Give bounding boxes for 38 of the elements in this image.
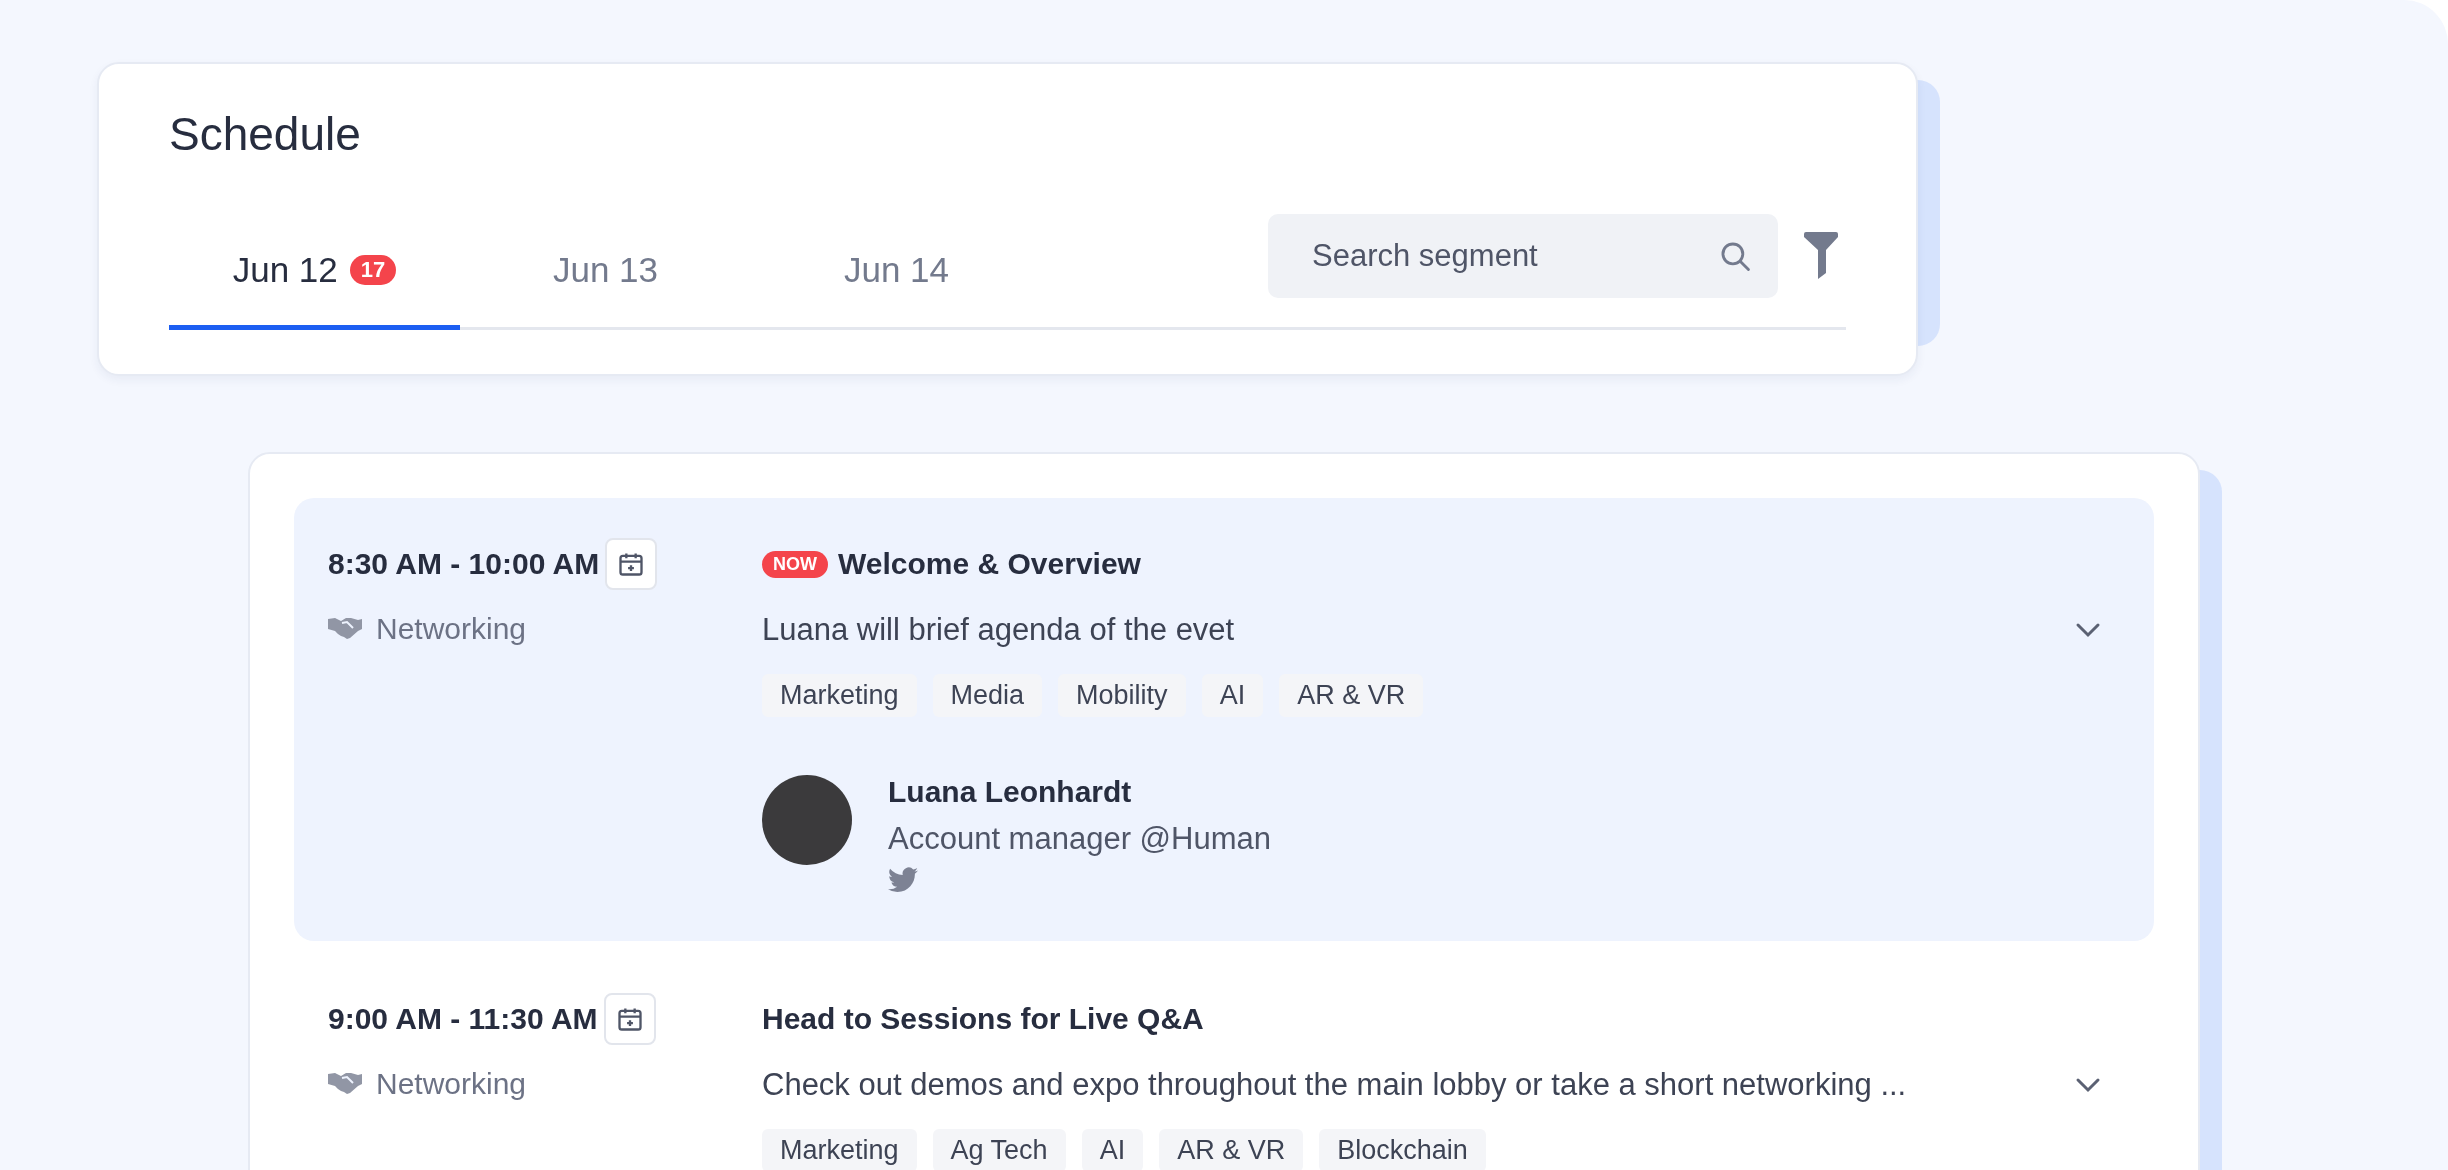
session-time: 9:00 AM - 11:30 AM	[328, 1002, 598, 1036]
bird-icon[interactable]	[888, 867, 918, 893]
session-category: Networking	[376, 612, 527, 646]
count-badge: 17	[349, 254, 397, 285]
expand-chevron-icon[interactable]	[2074, 621, 2102, 639]
session-row[interactable]: 9:00 AM - 11:30 AM Networking Head to Sessions for Live Q&A Check out demos and expo throughout the main lobby or take a short networking ... Marketing Ag Tech AI AR & VR Blockchain	[294, 953, 2154, 1170]
search-field[interactable]: Search segment	[1268, 213, 1778, 298]
session-description: Check out demos and expo throughout the main lobby or take a short networking ...	[762, 1067, 1908, 1103]
session-description: Luana will brief agenda of the evet	[762, 612, 1236, 648]
add-to-calendar-button[interactable]	[605, 538, 658, 590]
topic-tag: AI	[1201, 674, 1264, 717]
session-title: Welcome & Overview	[838, 547, 1141, 581]
session-row[interactable]: 8:30 AM - 10:00 AM Networking NOW Welcome & Overview Luana will brief agenda of the evet Marketing Media Mobility AI AR & VR Luana Leonhardt Account manager @Human	[294, 498, 2154, 941]
search-input[interactable]: Search segment	[1310, 236, 1718, 275]
session-title: Head to Sessions for Live Q&A	[762, 1002, 1204, 1036]
page-title: Schedule	[169, 107, 362, 162]
topic-tag: Media	[932, 674, 1043, 717]
topic-tag: Marketing	[762, 1129, 917, 1170]
session-category: Networking	[376, 1067, 527, 1101]
speaker-name: Luana Leonhardt	[888, 775, 1133, 809]
topic-tag: Ag Tech	[932, 1129, 1066, 1170]
topic-tag: AI	[1081, 1129, 1144, 1170]
now-badge: NOW	[762, 550, 828, 578]
add-to-calendar-button[interactable]	[603, 993, 656, 1045]
date-tab[interactable]: Jun 12 17	[169, 214, 460, 330]
handshake-icon	[328, 616, 362, 642]
speaker-role: Account manager @Human	[888, 821, 1271, 857]
date-tab[interactable]: Jun 14	[751, 214, 1042, 330]
expand-chevron-icon[interactable]	[2074, 1076, 2102, 1094]
topic-tag: Blockchain	[1319, 1129, 1486, 1170]
handshake-icon	[328, 1071, 362, 1097]
topic-tag: Marketing	[762, 674, 917, 717]
filter-button[interactable]	[1804, 231, 1838, 280]
date-tab[interactable]: Jun 13	[460, 214, 751, 330]
topic-tag: AR & VR	[1279, 674, 1424, 717]
topic-tag: AR & VR	[1159, 1129, 1304, 1170]
session-time: 8:30 AM - 10:00 AM	[328, 547, 600, 581]
topic-tag: Mobility	[1058, 674, 1186, 717]
